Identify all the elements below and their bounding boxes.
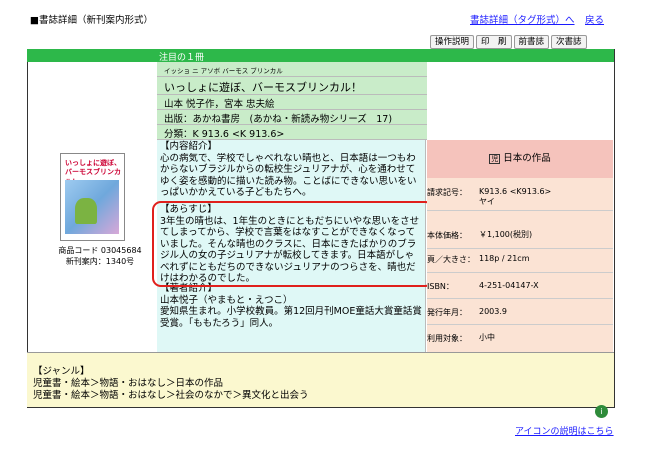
book-cover-image[interactable]: いっしょに遊ぼ、 バーモスブリンカル！ — [60, 153, 125, 241]
top-bar: ■書誌詳細（新刊案内形式） 書誌詳細（タグ形式）へ 戻る — [30, 12, 650, 26]
content-heading: 【内容紹介】 — [160, 141, 218, 152]
page-title: ■書誌詳細（新刊案内形式） — [30, 15, 153, 26]
kana-row: イッショ ニ アソボ バーモス ブリンカル — [157, 62, 427, 77]
back-link[interactable]: 戻る — [585, 12, 604, 26]
divider — [427, 298, 613, 299]
info-icon[interactable]: i — [595, 405, 608, 418]
book-publisher: 出版：あかね書房 (あかね・新読み物シリーズ 17) — [164, 114, 393, 125]
genre-path-2: 児童書・絵本＞物語・おはなし＞社会のなかで＞異文化と出会う — [33, 390, 309, 401]
cover-character — [75, 198, 97, 224]
audience-value: 小中 — [479, 333, 495, 342]
genre-heading: 【ジャンル】 — [33, 366, 90, 377]
divider — [427, 324, 613, 325]
product-info: 商品コード 03045684 新刊案内：1340号 — [55, 245, 145, 267]
call-number-label: 請求記号： — [427, 188, 467, 197]
next-record-button[interactable]: 次書誌 — [551, 35, 587, 49]
content-section: 【内容紹介】 心の病気で、学校でしゃべれない晴也と、日本語は一つもわからないブラ… — [160, 141, 422, 199]
divider — [427, 248, 613, 249]
title-row: いっしょに遊ぼ、バーモスブリンカル！ — [157, 77, 427, 95]
author-section: 【著者紹介】 山本悦子（やまもと・えつこ） 愛知県生まれ。小学校教員。第12回月… — [160, 283, 422, 329]
isbn-value: 4-251-04147-X — [479, 281, 539, 290]
product-code: 商品コード 03045684 — [58, 246, 142, 255]
call-number-value: K913.6 <K913.6> — [479, 187, 552, 196]
genre-path-1: 児童書・絵本＞物語・おはなし＞日本の作品 — [33, 378, 224, 389]
children-book-icon: 児 — [489, 154, 501, 164]
price-label: 本体価格： — [427, 231, 467, 240]
pub-date-label: 発行年月： — [427, 308, 467, 317]
author-body: 愛知県生まれ。小学校教員。第12回月刊MOE童話大賞童話賞受賞。「ももたろう」同… — [160, 306, 422, 329]
isbn-label: ISBN： — [427, 282, 454, 291]
pages-size-value: 118p / 21cm — [479, 254, 530, 263]
pages-size-label: 頁／大きさ： — [427, 255, 475, 264]
tag-format-link[interactable]: 書誌詳細（タグ形式）へ — [470, 12, 575, 26]
print-button[interactable]: 印 刷 — [476, 35, 512, 49]
content-body: 心の病気で、学校でしゃべれない晴也と、日本語は一つもわからないブラジルからの転校… — [160, 152, 417, 199]
publisher-row: 出版：あかね書房 (あかね・新読み物シリーズ 17) — [157, 110, 427, 125]
author-row: 山本 悦子作，宮本 忠夫絵 — [157, 95, 427, 110]
author-name: 山本悦子（やまもと・えつこ） — [160, 294, 293, 306]
divider — [427, 272, 613, 273]
book-classification: 分類：K 913.6 <K 913.6> — [164, 129, 285, 140]
classification-row: 分類：K 913.6 <K 913.6> — [157, 125, 427, 140]
call-number-value2: ヤイ — [479, 197, 495, 206]
synopsis-highlight — [152, 201, 434, 287]
book-title: いっしょに遊ぼ、バーモスブリンカル！ — [164, 81, 362, 94]
category-title: 児日本の作品 — [427, 140, 613, 178]
book-author: 山本 悦子作，宮本 忠夫絵 — [164, 99, 275, 110]
shinkan-number: 新刊案内：1340号 — [65, 257, 135, 266]
divider — [427, 210, 613, 211]
help-button[interactable]: 操作説明 — [430, 35, 475, 49]
title-kana: イッショ ニ アソボ バーモス ブリンカル — [164, 67, 283, 75]
details-panel: 児日本の作品 請求記号： K913.6 <K913.6> ヤイ 本体価格： ￥1… — [427, 140, 613, 352]
icon-legend-link[interactable]: アイコンの説明はこちら — [515, 424, 614, 437]
prev-record-button[interactable]: 前書誌 — [513, 35, 550, 49]
price-value: ￥1,100(税別) — [479, 230, 533, 239]
genre-panel: 【ジャンル】 児童書・絵本＞物語・おはなし＞日本の作品 児童書・絵本＞物語・おは… — [27, 352, 614, 407]
category-label: 日本の作品 — [503, 153, 551, 164]
pub-date-value: 2003.9 — [479, 307, 507, 316]
audience-label: 利用対象： — [427, 334, 467, 343]
toolbar: 操作説明印 刷前書誌 次書誌 — [430, 35, 589, 49]
section-header: 注目の１冊 — [27, 49, 614, 63]
